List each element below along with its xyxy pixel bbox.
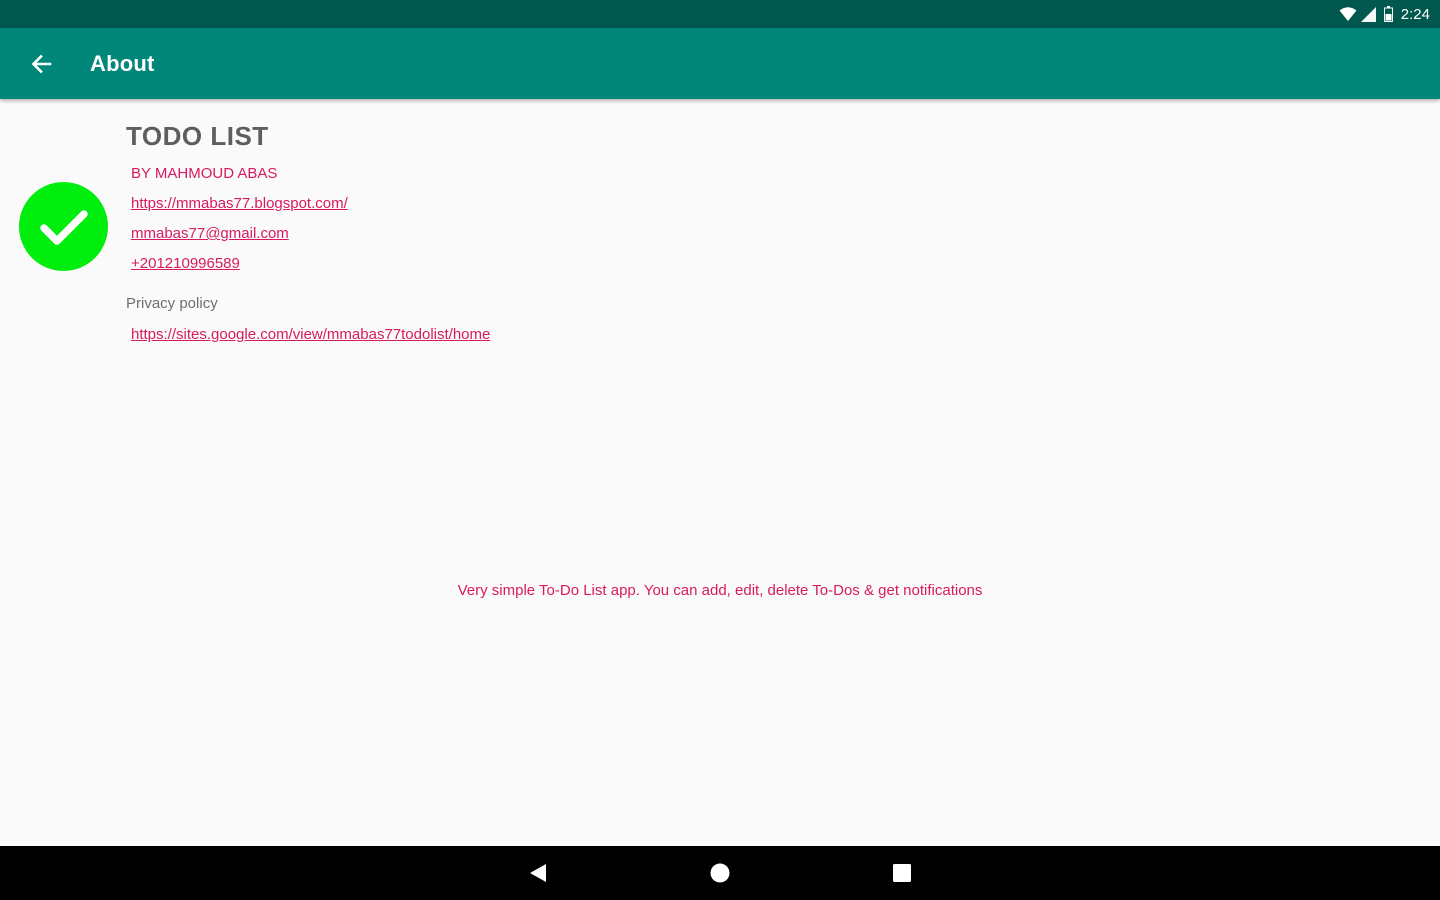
home-circle-icon <box>710 863 730 883</box>
battery-icon <box>1383 6 1393 22</box>
app-description: Very simple To-Do List app. You can add,… <box>457 582 983 599</box>
nav-back-button[interactable] <box>508 846 568 900</box>
privacy-policy-link[interactable]: https://sites.google.com/view/mmabas77to… <box>131 326 490 343</box>
arrow-back-icon <box>30 53 52 75</box>
privacy-policy-label: Privacy policy <box>126 295 218 312</box>
back-button[interactable] <box>21 44 61 84</box>
status-time: 2:24 <box>1400 5 1430 23</box>
back-triangle-icon <box>528 863 548 883</box>
wifi-icon <box>1339 6 1357 22</box>
phone-link[interactable]: +201210996589 <box>131 255 240 272</box>
navigation-bar <box>0 846 1440 900</box>
author-byline: BY MAHMOUD ABAS <box>131 165 278 182</box>
blog-link[interactable]: https://mmabas77.blogspot.com/ <box>131 195 348 212</box>
about-content: TODO LIST BY MAHMOUD ABAS https://mmabas… <box>0 99 1440 846</box>
recents-square-icon <box>893 864 911 882</box>
app-bar: About <box>0 28 1440 99</box>
nav-recents-button[interactable] <box>872 846 932 900</box>
status-bar: 2:24 <box>0 0 1440 28</box>
page-title: About <box>90 50 155 76</box>
nav-home-button[interactable] <box>690 846 750 900</box>
email-link[interactable]: mmabas77@gmail.com <box>131 225 289 242</box>
cell-signal-icon <box>1360 6 1376 22</box>
app-name: TODO LIST <box>126 121 269 151</box>
check-circle-icon <box>19 182 108 271</box>
